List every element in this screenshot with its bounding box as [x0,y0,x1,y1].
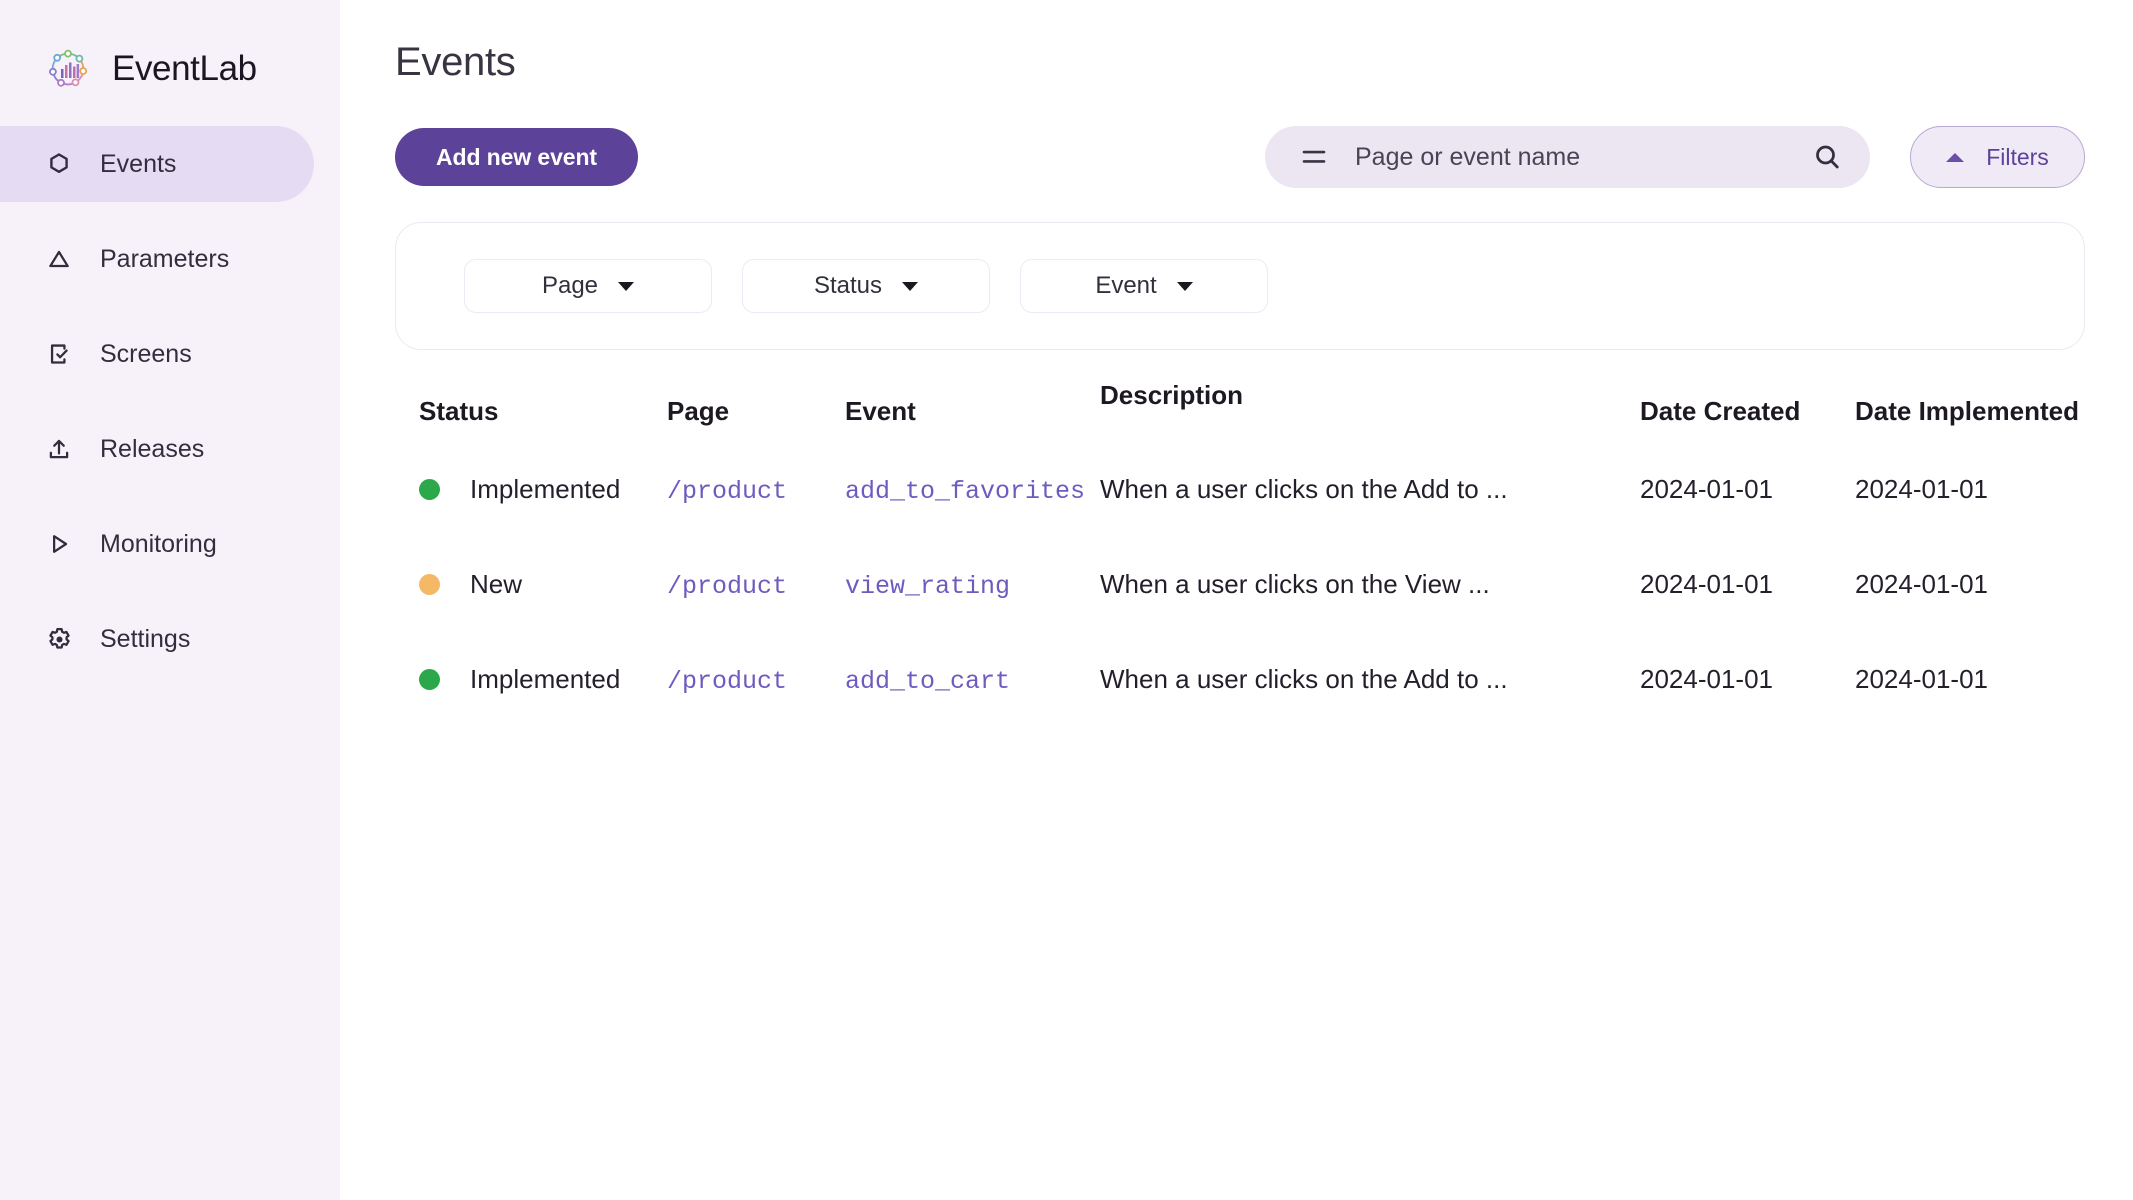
table-header-row: Status Page Event Description Date Creat… [395,380,2085,442]
column-header-status: Status [419,395,499,426]
description-cell: When a user clicks on the View ... [1100,569,1490,599]
date-created-cell: 2024-01-01 [1640,474,1773,504]
status-badge [419,574,440,595]
sidebar-item-label: Screens [100,339,192,368]
date-implemented-cell: 2024-01-01 [1855,569,1988,599]
page-link[interactable]: /product [667,572,787,601]
column-header-description: Description [1100,380,1244,410]
table-row[interactable]: New /product view_rating When a user cli… [395,537,2085,632]
sidebar-item-label: Events [100,149,177,178]
status-label: Implemented [470,474,621,504]
eventlab-network-chart-logo-icon [44,45,92,93]
event-cell: add_to_favorites [845,474,1100,506]
event-cell: view_rating [845,569,1100,601]
column-header-event: Event [845,395,916,426]
sidebar-item-releases[interactable]: Releases [0,411,314,487]
page-title: Events [395,40,516,84]
status-badge [419,479,440,500]
filter-select-label: Status [813,272,883,299]
sidebar-nav: Events Parameters Screens Releases Monit… [0,126,340,677]
hexagon-icon [44,149,74,179]
filter-panel: Page Status Event [395,222,2085,350]
sidebar-item-monitoring[interactable]: Monitoring [0,506,314,582]
caret-down-icon [1176,281,1193,291]
event-link[interactable]: view_rating [845,572,1010,601]
search-icon[interactable] [1810,140,1844,174]
event-link[interactable]: add_to_favorites [845,477,1085,506]
description-cell: When a user clicks on the Add to ... [1100,664,1508,694]
filter-select-event[interactable]: Event [1020,259,1268,313]
page-cell: /product [667,569,845,601]
search-input[interactable] [1355,142,1786,172]
status-label: New [470,569,523,599]
date-created-cell: 2024-01-01 [1640,569,1773,599]
hamburger-icon[interactable] [1297,140,1331,174]
upload-icon [44,434,74,464]
sidebar-item-settings[interactable]: Settings [0,601,314,677]
status-cell: New [395,569,667,600]
status-label: Implemented [470,664,621,694]
filter-select-label: Page [541,272,599,299]
toolbar: Add new event Filters [395,126,2085,188]
sidebar-item-label: Settings [100,624,191,653]
triangle-icon [44,244,74,274]
filter-select-page[interactable]: Page [464,259,712,313]
description-cell: When a user clicks on the Add to ... [1100,474,1508,504]
search-box[interactable] [1265,126,1870,188]
mobile-check-icon [44,339,74,369]
sidebar-item-parameters[interactable]: Parameters [0,221,314,297]
status-badge [419,669,440,690]
filter-select-label: Event [1095,272,1157,299]
status-cell: Implemented [395,664,667,695]
sidebar-item-label: Monitoring [100,529,217,558]
filters-button-label: Filters [1986,143,2049,170]
caret-down-icon [618,281,635,291]
column-header-date-implemented: Date Implemented [1855,395,2079,426]
event-cell: add_to_cart [845,664,1100,696]
sidebar-item-label: Parameters [100,244,230,273]
brand-name: EventLab [112,49,257,88]
events-table: Status Page Event Description Date Creat… [395,380,2085,727]
app-root: EventLab Events Parameters Screens Relea… [0,0,2133,1200]
sidebar-item-screens[interactable]: Screens [0,316,314,392]
column-header-page: Page [667,395,730,426]
page-link[interactable]: /product [667,477,787,506]
page-link[interactable]: /product [667,667,787,696]
add-new-event-button[interactable]: Add new event [395,128,638,186]
event-link[interactable]: add_to_cart [845,667,1010,696]
caret-down-icon [902,281,919,291]
main-content: Events Add new event Page or event name … [340,0,2133,1200]
gear-icon [44,624,74,654]
date-implemented-cell: 2024-01-01 [1855,474,1988,504]
date-implemented-cell: 2024-01-01 [1855,664,1988,694]
page-cell: /product [667,664,845,696]
sidebar: EventLab Events Parameters Screens Relea… [0,0,340,1200]
table-row[interactable]: Implemented /product add_to_favorites Wh… [395,442,2085,537]
play-icon [44,529,74,559]
status-cell: Implemented [395,474,667,505]
filter-select-status[interactable]: Status [742,259,990,313]
sidebar-item-label: Releases [100,434,205,463]
date-created-cell: 2024-01-01 [1640,664,1773,694]
table-row[interactable]: Implemented /product add_to_cart When a … [395,632,2085,727]
sidebar-item-events[interactable]: Events [0,126,314,202]
filters-button[interactable]: Filters [1910,126,2085,188]
caret-up-icon [1946,152,1965,162]
page-cell: /product [667,474,845,506]
column-header-date-created: Date Created [1640,395,1801,426]
brand: EventLab [0,34,340,104]
